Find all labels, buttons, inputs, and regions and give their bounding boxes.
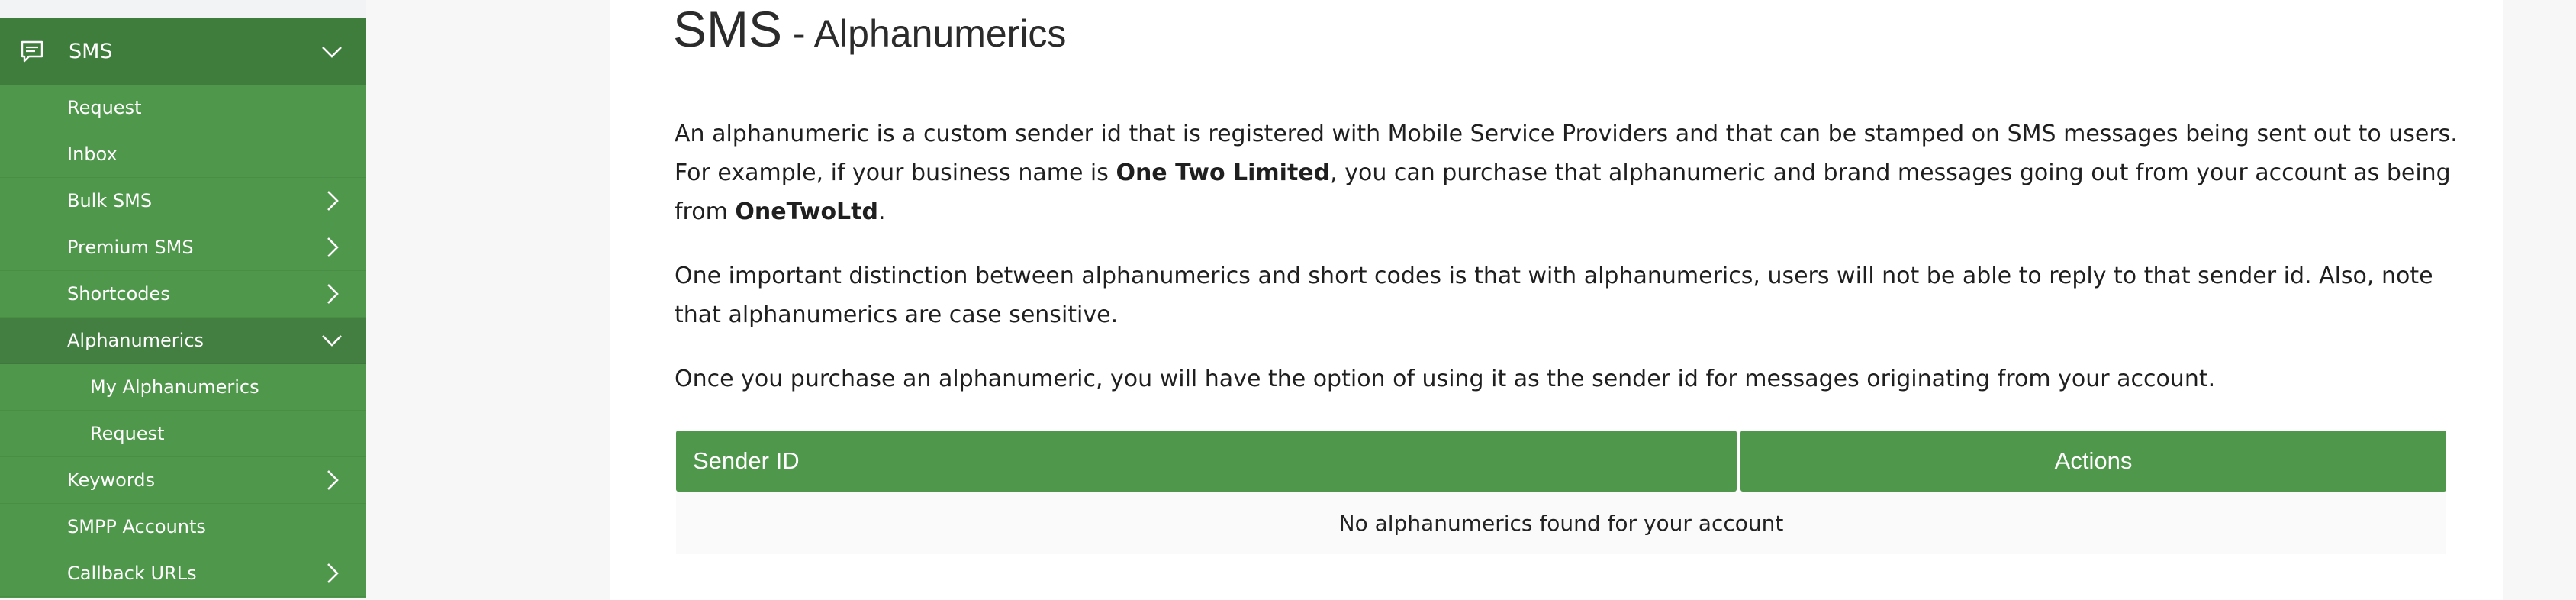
sidebar-item-label: Request <box>90 423 165 444</box>
paragraph-intro: An alphanumeric is a custom sender id th… <box>675 115 2460 231</box>
chevron-right-icon <box>320 469 343 492</box>
page-title-sub: Alphanumerics <box>813 12 1067 55</box>
page-title: SMS - Alphanumerics <box>673 0 1066 58</box>
sidebar-item-label: My Alphanumerics <box>90 376 259 398</box>
sidebar-section-sms[interactable]: SMS <box>0 18 366 85</box>
column-header-sender-id: Sender ID <box>676 431 1737 492</box>
sidebar-section-label: SMS <box>69 40 113 63</box>
sidebar-item-label: Premium SMS <box>67 237 194 258</box>
sidebar-subitem-my-alphanumerics[interactable]: My Alphanumerics <box>0 364 366 411</box>
paragraph-text: . <box>878 198 886 225</box>
sidebar-item-label: Keywords <box>67 469 156 491</box>
chevron-down-icon <box>320 40 343 63</box>
sidebar-item-smpp-accounts[interactable]: SMPP Accounts <box>0 504 366 550</box>
chevron-down-icon <box>320 329 343 352</box>
page-title-separator: - <box>782 12 814 55</box>
column-header-actions: Actions <box>1740 431 2446 492</box>
example-alphanumeric: OneTwoLtd <box>735 198 878 225</box>
main-content: SMS - Alphanumerics An alphanumeric is a… <box>610 0 2503 600</box>
chevron-right-icon <box>320 189 343 212</box>
sidebar-item-callback-urls[interactable]: Callback URLs <box>0 550 366 597</box>
sidebar-item-keywords[interactable]: Keywords <box>0 457 366 504</box>
sidebar-item-label: Request <box>67 97 142 118</box>
chevron-right-icon <box>320 282 343 305</box>
sidebar-item-label: Inbox <box>67 144 118 165</box>
message-icon <box>21 40 43 62</box>
paragraph-usage: Once you purchase an alphanumeric, you w… <box>675 366 2216 392</box>
sidebar-item-bulk-sms[interactable]: Bulk SMS <box>0 178 366 224</box>
sidebar: SMS Request Inbox Bulk SMS Premium SMS S… <box>0 18 366 598</box>
chevron-right-icon <box>320 236 343 259</box>
top-strip <box>0 0 366 18</box>
empty-table-message: No alphanumerics found for your account <box>676 492 2446 554</box>
sidebar-item-shortcodes[interactable]: Shortcodes <box>0 271 366 318</box>
example-business-name: One Two Limited <box>1116 160 1331 186</box>
sidebar-item-alphanumerics[interactable]: Alphanumerics <box>0 318 366 364</box>
description: An alphanumeric is a custom sender id th… <box>675 115 2460 424</box>
sidebar-item-label: Shortcodes <box>67 283 170 305</box>
sidebar-item-label: Alphanumerics <box>67 330 204 351</box>
sidebar-item-label: SMPP Accounts <box>67 516 206 537</box>
sidebar-item-inbox[interactable]: Inbox <box>0 131 366 178</box>
table-header: Sender ID Actions <box>676 431 2446 492</box>
chevron-right-icon <box>320 562 343 585</box>
page-title-main: SMS <box>673 1 783 57</box>
sidebar-item-premium-sms[interactable]: Premium SMS <box>0 224 366 271</box>
paragraph-distinction: One important distinction between alphan… <box>675 263 2433 328</box>
sidebar-item-label: Callback URLs <box>67 563 197 584</box>
sidebar-item-request[interactable]: Request <box>0 85 366 131</box>
sidebar-item-label: Bulk SMS <box>67 190 153 211</box>
sidebar-subitem-request[interactable]: Request <box>0 411 366 457</box>
alphanumerics-table: Sender ID Actions No alphanumerics found… <box>676 431 2446 554</box>
